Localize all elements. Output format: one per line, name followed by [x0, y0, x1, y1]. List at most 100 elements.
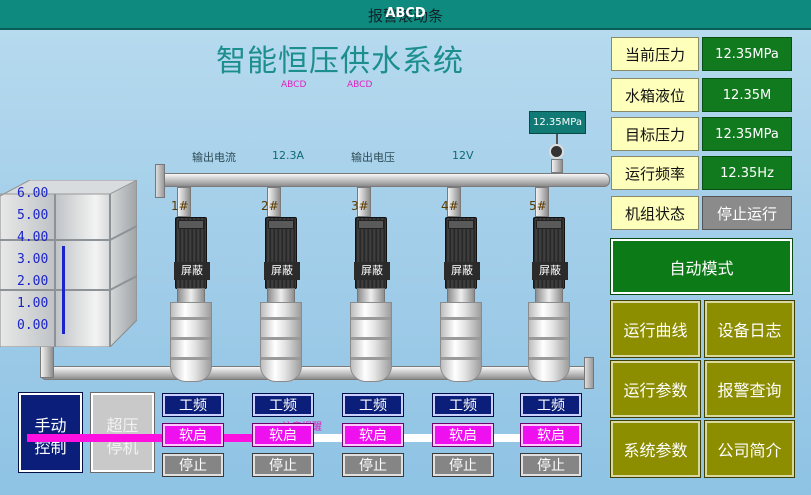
output-voltage-value: 12V	[452, 149, 474, 162]
pump-band	[529, 337, 569, 340]
status-label: 目标压力	[611, 117, 699, 151]
pump-band	[441, 357, 481, 360]
pump-body-icon	[170, 302, 212, 382]
tank-tick: 5.00	[17, 208, 49, 223]
motor-cap	[448, 220, 474, 229]
overpressure-stop-button[interactable]: 超压 停机	[90, 392, 155, 473]
pump-soft-start-button[interactable]: 软启	[432, 423, 494, 447]
status-label: 机组状态	[611, 196, 699, 230]
pump-number: 2#	[261, 199, 279, 213]
run-curve-button[interactable]: 运行曲线	[610, 300, 701, 358]
pump-band	[441, 337, 481, 340]
top-pipe-cap	[155, 164, 165, 198]
pump-band	[351, 337, 391, 340]
output-current-label: 输出电流	[192, 151, 236, 164]
status-value: 停止运行	[702, 196, 792, 230]
pump-mode-button[interactable]: 工频	[252, 393, 314, 417]
status-value: 12.35Hz	[702, 156, 792, 190]
alarm-query-button[interactable]: 报警查询	[704, 360, 795, 418]
pump-shield-label: 屏蔽	[532, 262, 568, 280]
pump-band	[529, 317, 569, 320]
tank-tick: 2.00	[17, 274, 49, 289]
manual-control-button[interactable]: 手动 控制	[18, 392, 83, 473]
motor-cap	[536, 220, 562, 229]
tank-tick: 6.00	[17, 186, 49, 201]
company-intro-button[interactable]: 公司简介	[704, 420, 795, 478]
pressure-gauge-readout: 12.35MPa	[529, 111, 586, 134]
hmi-screen: 报警滚动条 ABCD 智能恒压供水系统 ABCD ABCD 输出电流 12.3A…	[0, 0, 811, 495]
status-value: 12.35MPa	[702, 117, 792, 151]
pump-band	[441, 317, 481, 320]
pump-number: 3#	[351, 199, 369, 213]
pump-stop-button[interactable]: 停止	[162, 453, 224, 477]
water-tank: 6.00 5.00 4.00 3.00 2.00 1.00 0.00	[0, 179, 138, 348]
pump-stop-button[interactable]: 停止	[432, 453, 494, 477]
pump-soft-start-button[interactable]: 软启	[252, 423, 314, 447]
bottom-pipe-cap	[584, 357, 594, 389]
status-label: 运行频率	[611, 156, 699, 190]
pump-stop-button[interactable]: 停止	[520, 453, 582, 477]
pump-band	[261, 337, 301, 340]
pump-soft-start-button[interactable]: 软启	[520, 423, 582, 447]
motor-cap	[358, 220, 384, 229]
pump-band	[261, 317, 301, 320]
status-label: 当前压力	[611, 37, 699, 71]
motor-cap	[268, 220, 294, 229]
tank-tick: 1.00	[17, 296, 49, 311]
pump-band	[171, 357, 211, 360]
output-voltage-label: 输出电压	[351, 151, 395, 164]
pump-mode-button[interactable]: 工频	[162, 393, 224, 417]
pump-band	[171, 317, 211, 320]
pump-soft-start-button[interactable]: 软启	[342, 423, 404, 447]
pump-band	[351, 317, 391, 320]
tank-tick: 0.00	[17, 318, 49, 333]
pump-motor-icon: 屏蔽	[264, 217, 300, 289]
pump-soft-start-button[interactable]: 软启	[162, 423, 224, 447]
pump-body-icon	[260, 302, 302, 382]
status-label: 水箱液位	[611, 78, 699, 112]
pump-mode-button[interactable]: 工频	[520, 393, 582, 417]
pump-number: 5#	[529, 199, 547, 213]
placeholder-text-1: ABCD	[281, 80, 307, 90]
pump-motor-icon: 屏蔽	[354, 217, 390, 289]
pump-shield-label: 屏蔽	[354, 262, 390, 280]
pump-band	[261, 357, 301, 360]
system-params-button[interactable]: 系统参数	[610, 420, 701, 478]
pump-shield-label: 屏蔽	[174, 262, 210, 280]
alarm-title-bar: 报警滚动条 ABCD	[0, 0, 811, 30]
pump-body-icon	[528, 302, 570, 382]
pump-motor-icon: 屏蔽	[174, 217, 210, 289]
pump-band	[171, 337, 211, 340]
page-title: 智能恒压供水系统	[216, 44, 464, 79]
motor-cap	[178, 220, 204, 229]
pump-body-icon	[350, 302, 392, 382]
pump-number: 4#	[441, 199, 459, 213]
pump-mode-button[interactable]: 工频	[432, 393, 494, 417]
pressure-gauge-icon	[549, 144, 564, 159]
tank-tick: 3.00	[17, 252, 49, 267]
pump-band	[351, 357, 391, 360]
device-log-button[interactable]: 设备日志	[704, 300, 795, 358]
alarm-overlay-text: ABCD	[385, 6, 426, 21]
pump-motor-icon: 屏蔽	[444, 217, 480, 289]
pump-mode-button[interactable]: 工频	[342, 393, 404, 417]
bottom-manifold-pipe	[40, 366, 592, 380]
run-params-button[interactable]: 运行参数	[610, 360, 701, 418]
pump-number: 1#	[171, 199, 189, 213]
auto-mode-button[interactable]: 自动模式	[610, 238, 793, 295]
gauge-pipe	[551, 159, 563, 173]
status-value: 12.35M	[702, 78, 792, 112]
top-manifold-pipe	[158, 173, 610, 187]
tank-tick: 4.00	[17, 230, 49, 245]
pump-shield-label: 屏蔽	[444, 262, 480, 280]
status-value: 12.35MPa	[702, 37, 792, 71]
pump-stop-button[interactable]: 停止	[342, 453, 404, 477]
output-current-value: 12.3A	[272, 149, 305, 162]
pump-shield-label: 屏蔽	[264, 262, 300, 280]
pump-motor-icon: 屏蔽	[532, 217, 568, 289]
placeholder-text-2: ABCD	[347, 80, 373, 90]
gauge-stem	[556, 134, 558, 144]
pump-stop-button[interactable]: 停止	[252, 453, 314, 477]
pump-band	[529, 357, 569, 360]
pump-body-icon	[440, 302, 482, 382]
